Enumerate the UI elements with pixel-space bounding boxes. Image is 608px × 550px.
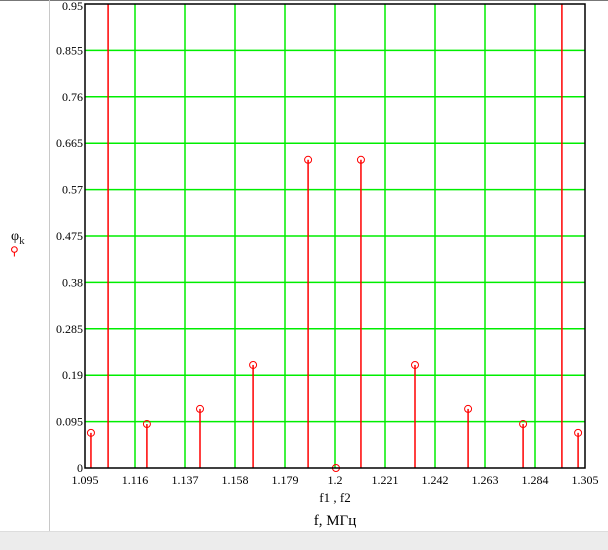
y-tick-label: 0.19 [62, 368, 83, 382]
y-tick-label: 0 [77, 461, 83, 475]
x-tick-label: 1.2 [328, 473, 343, 487]
x-tick-label: 1.116 [122, 473, 149, 487]
y-axis-label-text: φ [11, 229, 20, 244]
y-tick-label: 0.38 [62, 275, 83, 289]
trace-legend-circle-icon: ⚲ [10, 244, 19, 258]
x-axis-unit-label: f, МГц [313, 513, 357, 529]
x-tick-label: 1.179 [272, 473, 299, 487]
y-tick-label: 0.095 [56, 415, 83, 429]
x-axis-label: f1 , f2 [319, 490, 351, 505]
x-tick-label: 1.095 [72, 473, 99, 487]
y-tick-label: 0.475 [56, 229, 83, 243]
x-tick-label: 1.242 [422, 473, 449, 487]
y-tick-label: 0.57 [62, 183, 83, 197]
x-tick-label: 1.137 [172, 473, 199, 487]
x-tick-label: 1.284 [522, 473, 549, 487]
x-tick-label: 1.221 [372, 473, 399, 487]
y-tick-label: 0.76 [62, 90, 83, 104]
stem-chart: 1.095 1.116 1.137 1.158 1.179 1.2 1.221 1.242 1.… [56, 0, 599, 487]
y-tick-label: 0.855 [56, 43, 83, 57]
y-axis-label-subscript: k [19, 234, 25, 247]
x-tick-label: 1.305 [572, 473, 599, 487]
horizontal-scrollbar[interactable] [0, 531, 608, 550]
x-tick-label: 1.158 [222, 473, 249, 487]
y-tick-label: 0.285 [56, 322, 83, 336]
x-tick-label: 1.263 [472, 473, 499, 487]
y-tick-label: 0.95 [62, 0, 83, 13]
y-tick-label: 0.665 [56, 136, 83, 150]
